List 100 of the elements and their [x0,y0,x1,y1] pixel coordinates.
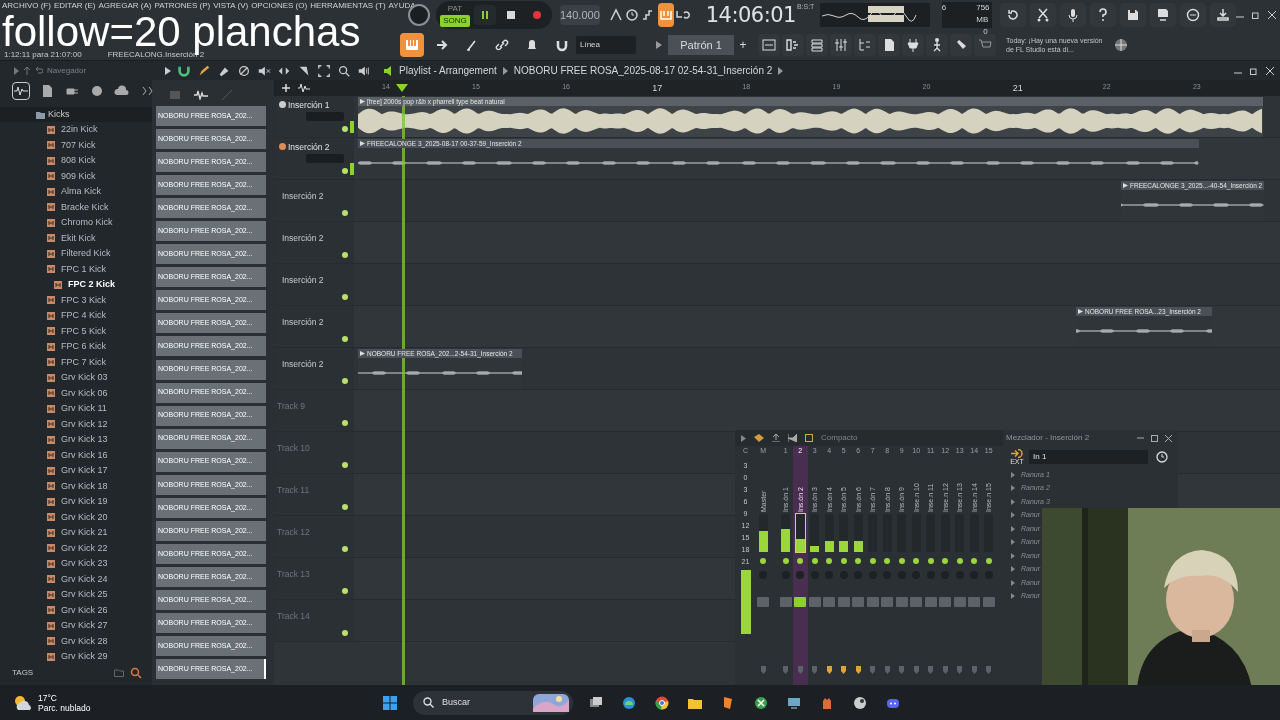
plugin-icon[interactable] [902,34,924,56]
sample-item[interactable]: Grv Kick 18 [61,479,108,493]
sample-item[interactable]: Grv Kick 13 [61,433,108,447]
cut-icon[interactable] [1029,3,1056,27]
channel-led-icon[interactable] [898,558,905,564]
sample-icon[interactable] [47,358,55,367]
piano-icon[interactable] [400,33,424,57]
play-icon[interactable] [165,66,171,75]
tags-label[interactable]: TAGS [12,667,34,679]
clip-icon[interactable] [1123,183,1128,188]
track-led-icon[interactable] [342,336,348,342]
channel-led-icon[interactable] [797,558,804,564]
sample-icon[interactable] [47,451,55,460]
close-icon[interactable] [1266,66,1274,75]
track-name[interactable]: Inserción 2 [282,232,324,245]
track-led-icon[interactable] [342,294,348,300]
globe-icon[interactable] [89,83,105,99]
channel-led-icon[interactable] [956,558,963,564]
caret-icon[interactable] [502,66,508,75]
minimize-icon[interactable] [1137,434,1144,442]
track-name[interactable]: Inserción 1 [288,99,330,112]
save-icon[interactable] [1119,3,1146,27]
sample-item[interactable]: Alma Kick [61,185,101,199]
clip-icon[interactable] [360,99,365,104]
track-header[interactable]: Inserción 2 [274,138,354,179]
input-icon[interactable] [1011,448,1023,458]
sample-item[interactable]: Grv Kick 24 [61,572,108,586]
sample-item[interactable]: Grv Kick 25 [61,588,108,602]
menu-item[interactable]: HERRAMIENTAS (T) [310,1,386,11]
close-icon[interactable] [1267,11,1276,19]
folder-icon[interactable] [36,110,45,119]
sample-item[interactable]: Grv Kick 12 [61,417,108,431]
sample-item[interactable]: Grv Kick 28 [61,634,108,648]
speaker-icon[interactable] [383,65,393,76]
sample-icon[interactable] [47,482,55,491]
sample-item[interactable]: 22in Kick [61,123,98,137]
up-arrow-icon[interactable] [23,66,31,75]
channel-led-icon[interactable] [971,558,978,564]
sample-icon[interactable] [47,513,55,522]
sample-item[interactable]: Filtered Kick [61,247,111,261]
track-led-icon[interactable] [342,252,348,258]
sample-item[interactable]: FPC 4 Kick [61,309,106,323]
waveform-icon[interactable] [298,83,310,93]
sample-icon[interactable] [47,234,55,243]
channel-led-icon[interactable] [811,558,818,564]
channel-led-icon[interactable] [855,558,862,564]
channel-led-icon[interactable] [913,558,920,564]
sample-icon[interactable] [47,296,55,305]
menu-item[interactable]: ARCHIVO (F) [2,1,51,11]
mode-toggle[interactable]: PAT [440,3,470,15]
delete-icon[interactable] [237,63,251,78]
sample-icon[interactable] [47,389,55,398]
sample-icon[interactable] [47,311,55,320]
channel-led-icon[interactable] [760,558,767,564]
waveform-drawing[interactable] [358,106,1263,136]
sample-item[interactable]: Grv Kick 17 [61,464,108,478]
track-header[interactable]: Inserción 2 [274,180,354,221]
sample-item[interactable]: Ekit Kick [61,231,96,245]
sample-icon[interactable] [47,172,55,181]
folder-row[interactable]: Kicks [0,107,152,122]
track-led-icon[interactable] [342,504,348,510]
save-new-icon[interactable] [1149,3,1176,27]
track-header[interactable]: Inserción 1 [274,96,354,137]
clock-icon[interactable] [1156,451,1168,463]
select-icon[interactable] [317,63,331,78]
figure-icon[interactable] [926,34,948,56]
file-icon[interactable] [878,34,900,56]
search-field[interactable]: Buscar [413,690,573,715]
track-header[interactable]: Inserción 2 [274,222,354,263]
track-name[interactable]: Inserción 2 [282,190,324,203]
mixer-icon[interactable] [830,34,852,56]
channel-led-icon[interactable] [927,558,934,564]
menu-item[interactable]: VISTA (V) [213,1,249,11]
sample-icon[interactable] [47,327,55,336]
sample-item[interactable]: Bracke Kick [61,200,109,214]
caret-icon[interactable] [741,434,746,442]
channel-rack-icon[interactable] [806,34,828,56]
track-name[interactable]: Inserción 2 [282,316,324,329]
sample-icon[interactable] [47,420,55,429]
sample-item[interactable]: Grv Kick 03 [61,371,108,385]
caret-icon[interactable] [14,66,19,75]
weather-icon[interactable] [12,693,34,712]
sample-icon[interactable] [47,404,55,413]
track-led-icon[interactable] [342,210,348,216]
zoom-icon[interactable] [337,63,351,78]
sample-icon[interactable] [47,637,55,646]
clip-icon[interactable] [1078,309,1083,314]
sample-item[interactable]: Grv Kick 11 [61,402,107,416]
track-led-icon[interactable] [342,630,348,636]
caret-icon[interactable] [656,41,662,49]
track-led-icon[interactable] [342,126,348,132]
caret-icon[interactable] [778,66,784,75]
track-name[interactable]: Inserción 2 [288,141,330,154]
sample-icon[interactable] [47,544,55,553]
back-arrow-icon[interactable] [35,66,43,75]
sample-icon[interactable] [47,497,55,506]
add-icon[interactable] [282,84,290,92]
channel-led-icon[interactable] [826,558,833,564]
menu-item[interactable]: EDITAR (E) [53,1,96,11]
undo-icon[interactable] [999,3,1026,27]
